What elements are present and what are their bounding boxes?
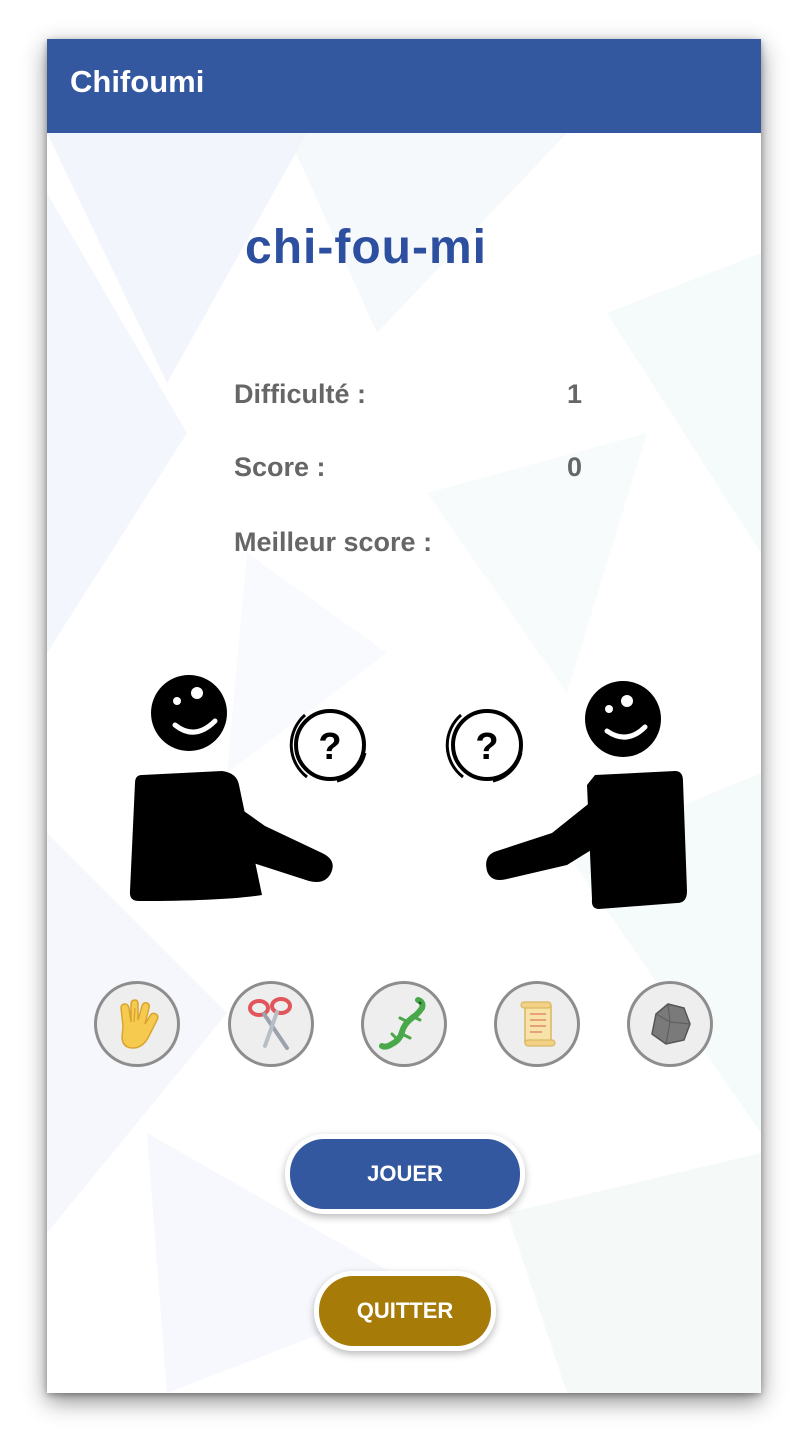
rock-icon: [651, 1003, 691, 1045]
scroll-icon: [520, 1001, 556, 1047]
difficulty-value: 1: [566, 379, 582, 409]
chi-fou-mi-logo: chi-fou-mi: [245, 188, 575, 308]
opponent-choice-unknown-icon: ?: [445, 709, 523, 783]
quit-button[interactable]: QUITTER: [319, 1276, 491, 1346]
difficulty-label: Difficulté :: [234, 379, 366, 409]
player-choice-unknown-icon: ?: [289, 709, 367, 783]
play-button[interactable]: JOUER: [290, 1139, 520, 1209]
lizard-icon: [379, 997, 426, 1050]
choice-scissors-button[interactable]: [228, 981, 314, 1067]
vulcan-salute-icon: [120, 999, 159, 1049]
scissors-icon: [248, 997, 292, 1050]
app-window: Chifoumi chi-fou-mi Difficulté : 1 Score…: [47, 39, 761, 1393]
app-bar: Chifoumi: [47, 39, 761, 133]
app-title: Chifoumi: [70, 64, 205, 99]
choice-rock-button[interactable]: [627, 981, 713, 1067]
score-value: 0: [566, 452, 582, 482]
choice-paper-button[interactable]: [494, 981, 580, 1067]
game-screen: chi-fou-mi Difficulté : 1 Score : 0 Meil…: [47, 133, 761, 1393]
best-score-label: Meilleur score :: [234, 527, 433, 557]
player-figure: [129, 675, 333, 901]
choice-spock-button[interactable]: [94, 981, 180, 1067]
opponent-choice-symbol: ?: [475, 726, 498, 768]
score-label: Score :: [234, 452, 326, 482]
duel-scene: ? ?: [129, 675, 687, 909]
opponent-figure: [486, 681, 687, 909]
player-choice-symbol: ?: [318, 726, 341, 768]
choice-lizard-button[interactable]: [361, 981, 447, 1067]
logo-text: chi-fou-mi: [245, 221, 487, 274]
